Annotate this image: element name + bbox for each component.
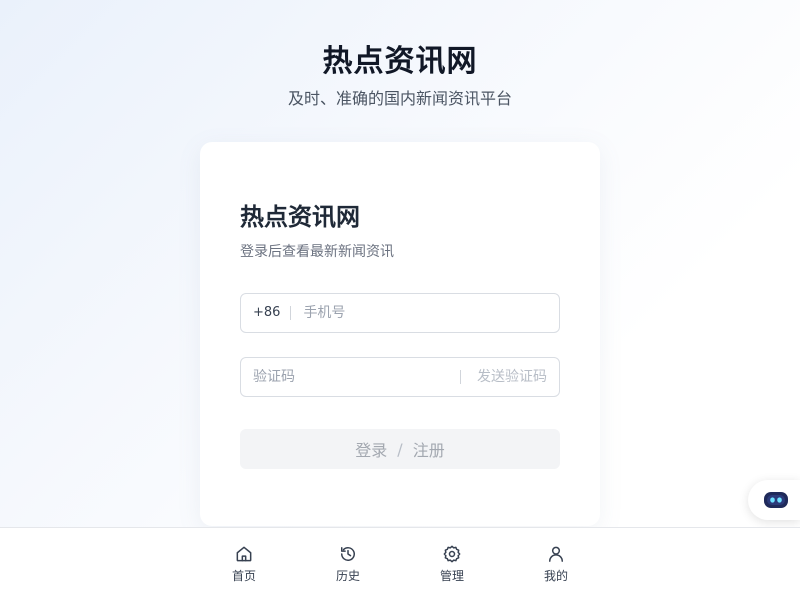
- robot-icon: [764, 492, 788, 508]
- code-field: 发送验证码: [240, 357, 560, 397]
- tab-mine-label: 我的: [543, 569, 568, 583]
- send-code-button[interactable]: 发送验证码: [460, 370, 547, 384]
- home-icon: [236, 546, 252, 562]
- user-icon: [549, 546, 563, 562]
- verification-code-input[interactable]: [253, 369, 460, 385]
- tab-manage-label: 管理: [439, 569, 464, 583]
- register-label: 注册: [412, 441, 445, 460]
- tab-home-label: 首页: [231, 569, 256, 583]
- country-code-prefix[interactable]: +86: [253, 306, 292, 320]
- assistant-button[interactable]: [748, 480, 800, 520]
- login-subtitle: 登录后查看最新新闻资讯: [240, 244, 394, 260]
- tab-home[interactable]: 首页: [192, 528, 296, 600]
- login-title: 热点资讯网: [240, 203, 360, 231]
- tab-history-label: 历史: [335, 569, 360, 583]
- phone-field: +86: [240, 293, 560, 333]
- phone-input[interactable]: [303, 305, 547, 321]
- hero-header: 热点资讯网 及时、准确的国内新闻资讯平台: [0, 40, 800, 110]
- label-separator: /: [397, 439, 403, 459]
- gear-icon: [443, 545, 461, 563]
- bottom-tab-bar: 首页 历史 管理 我的: [0, 527, 800, 600]
- site-title: 热点资讯网: [322, 44, 478, 79]
- tab-mine[interactable]: 我的: [504, 528, 608, 600]
- history-icon: [341, 547, 355, 561]
- site-tagline: 及时、准确的国内新闻资讯平台: [287, 89, 512, 108]
- login-label: 登录: [355, 441, 388, 460]
- login-register-button[interactable]: 登录 / 注册: [240, 429, 560, 469]
- login-card: 热点资讯网 登录后查看最新新闻资讯 +86 发送验证码 登录 / 注册: [200, 142, 600, 526]
- tab-manage[interactable]: 管理: [400, 528, 504, 600]
- tab-history[interactable]: 历史: [296, 528, 400, 600]
